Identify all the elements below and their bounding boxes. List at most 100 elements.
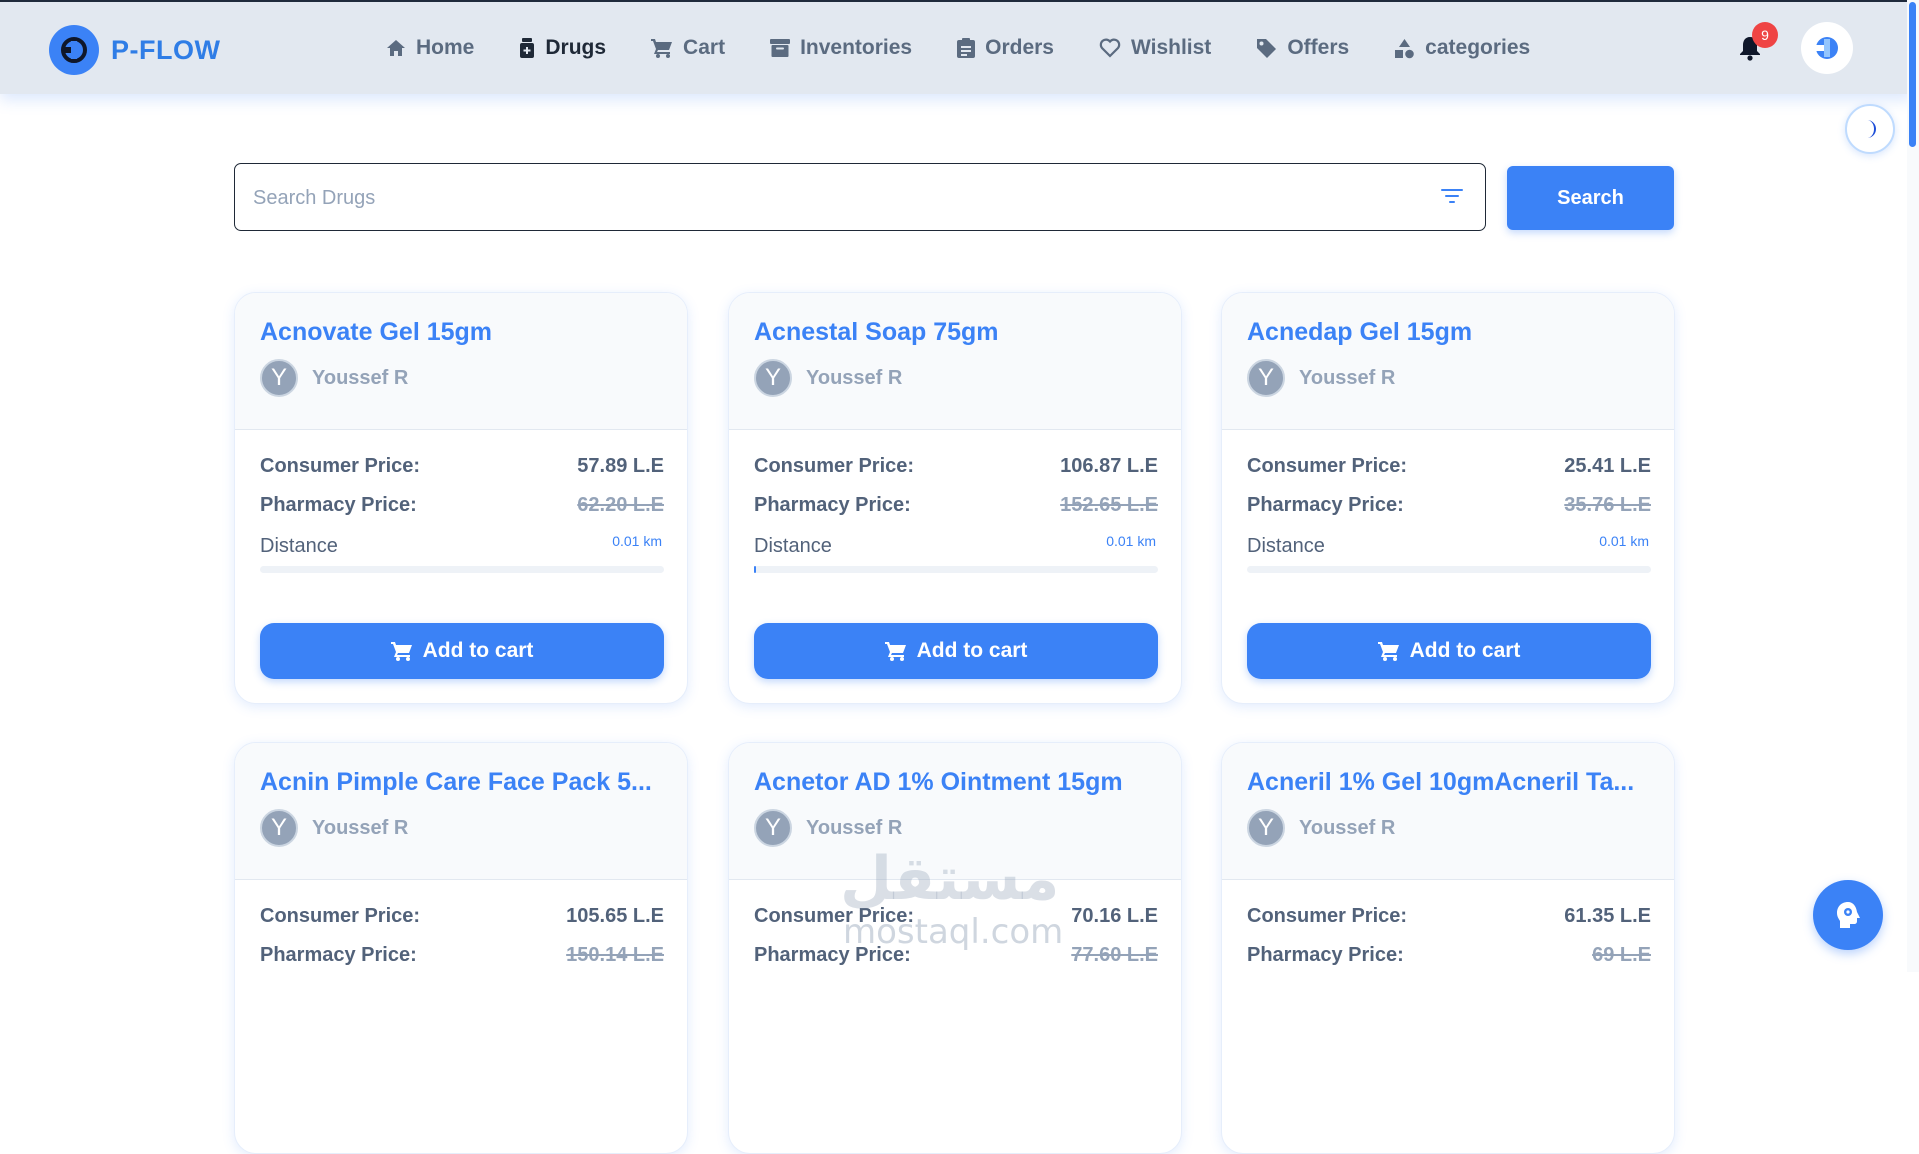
product-name[interactable]: Acnestal Soap 75gm [754,318,1154,347]
product-name[interactable]: Acnedap Gel 15gm [1247,318,1647,347]
pharmacy-price-value: 62.20 L.E [577,494,664,516]
nav-item-label: Orders [985,36,1054,59]
home-icon [387,40,405,56]
nav-item-label: Cart [683,36,726,59]
seller-name: Youssef R [806,816,903,839]
seller-info: Y Youssef R [754,809,902,847]
nav-item-home[interactable]: Home [386,36,474,60]
seller-info: Y Youssef R [1247,809,1395,847]
filter-icon[interactable] [1440,186,1464,206]
distance-value: 0.01 km [1599,533,1649,549]
distance-label: Distance [754,535,832,557]
add-to-cart-button[interactable]: Add to cart [1247,623,1651,679]
nav-item-label: categories [1425,36,1531,59]
seller-avatar: Y [1247,809,1285,847]
nav-item-label: Home [416,36,475,59]
nav-item-cart[interactable]: Cart [651,36,725,60]
distance-value: 0.01 km [1106,533,1156,549]
brand-name: P-FLOW [111,34,221,65]
theme-toggle-button[interactable] [1845,104,1895,154]
pharmacy-price-value: 77.60 L.E [1071,944,1158,966]
consumer-price-label: Consumer Price: [1247,455,1408,477]
pharmacy-price-value: 152.65 L.E [1060,494,1158,516]
card-header: Acnovate Gel 15gm Y Youssef R [235,293,687,430]
cart-icon [1377,642,1399,661]
product-card: Acnestal Soap 75gm Y Youssef R Consumer … [728,292,1182,704]
seller-name: Youssef R [312,366,409,389]
card-header: Acnin Pimple Care Face Pack 5... Y Youss… [235,743,687,880]
archive-box-icon [770,39,791,57]
tag-icon [1257,38,1277,58]
navbar: P-FLOW Home Drugs Cart Inventories Order… [0,2,1913,94]
product-card: Acnin Pimple Care Face Pack 5... Y Youss… [234,742,688,1154]
main-nav: Home Drugs Cart Inventories Orders Wishl… [386,2,1575,94]
nav-item-offers[interactable]: Offers [1256,36,1349,60]
brand[interactable]: P-FLOW [49,25,220,75]
moon-icon [1867,120,1876,138]
distance-label: Distance [1247,535,1325,557]
consumer-price-row: Consumer Price: 57.89 L.E [260,455,664,478]
seller-avatar: Y [260,359,298,397]
cart-icon [884,642,906,661]
nav-item-drugs[interactable]: Drugs [519,36,606,60]
distance-value: 0.01 km [612,533,662,549]
consumer-price-label: Consumer Price: [260,455,421,477]
scrollbar-thumb[interactable] [1909,2,1916,147]
seller-avatar: Y [754,359,792,397]
add-to-cart-button[interactable]: Add to cart [260,623,664,679]
seller-info: Y Youssef R [260,809,408,847]
pharmacy-price-label: Pharmacy Price: [1247,494,1404,516]
nav-item-label: Offers [1287,36,1350,59]
brand-logo-icon [49,25,99,75]
nav-item-wishlist[interactable]: Wishlist [1099,36,1211,60]
add-to-cart-label: Add to cart [1409,639,1521,662]
seller-info: Y Youssef R [260,359,408,397]
nav-item-categories[interactable]: categories [1394,36,1530,60]
seller-avatar: Y [754,809,792,847]
seller-name: Youssef R [312,816,409,839]
pharmacy-price-row: Pharmacy Price: 150.14 L.E [260,944,664,967]
distance-bar [1247,566,1651,573]
seller-info: Y Youssef R [754,359,902,397]
product-name[interactable]: Acnetor AD 1% Ointment 15gm [754,768,1154,797]
nav-item-orders[interactable]: Orders [957,36,1054,60]
product-card: Acneril 1% Gel 10gmAcneril Ta... Y Youss… [1221,742,1675,1154]
product-name[interactable]: Acneril 1% Gel 10gmAcneril Ta... [1247,768,1647,797]
notification-badge: 9 [1752,22,1778,48]
page-scrollbar[interactable] [1907,0,1919,972]
pharmacy-price-row: Pharmacy Price: 69 L.E [1247,944,1651,967]
cart-icon [390,642,412,661]
pharmacy-price-row: Pharmacy Price: 152.65 L.E [754,494,1158,517]
pharmacy-price-value: 69 L.E [1592,944,1651,966]
clipboard-icon [957,38,976,58]
seller-avatar: Y [260,809,298,847]
cart-icon [651,39,673,58]
assistant-fab-button[interactable] [1813,880,1883,950]
pharmacy-price-value: 150.14 L.E [566,944,664,966]
distance-label: Distance [260,535,338,557]
seller-avatar: Y [1247,359,1285,397]
nav-item-inventories[interactable]: Inventories [770,36,912,60]
add-to-cart-button[interactable]: Add to cart [754,623,1158,679]
product-card: Acnedap Gel 15gm Y Youssef R Consumer Pr… [1221,292,1675,704]
consumer-price-label: Consumer Price: [260,905,421,927]
search-input[interactable] [251,182,1405,214]
heart-icon [1099,38,1121,58]
product-name[interactable]: Acnin Pimple Care Face Pack 5... [260,768,660,797]
consumer-price-label: Consumer Price: [1247,905,1408,927]
user-avatar[interactable] [1801,22,1853,74]
search-box [234,163,1486,231]
search-button[interactable]: Search [1507,166,1674,230]
pharmacy-price-label: Pharmacy Price: [754,494,911,516]
consumer-price-value: 25.41 L.E [1564,455,1651,477]
consumer-price-label: Consumer Price: [754,455,915,477]
consumer-price-row: Consumer Price: 61.35 L.E [1247,905,1651,928]
medicine-bottle-icon [520,38,535,58]
add-to-cart-label: Add to cart [422,639,534,662]
nav-item-label: Inventories [800,36,913,59]
product-name[interactable]: Acnovate Gel 15gm [260,318,660,347]
consumer-price-row: Consumer Price: 25.41 L.E [1247,455,1651,478]
add-to-cart-label: Add to cart [916,639,1028,662]
pharmacy-price-label: Pharmacy Price: [260,494,417,516]
brain-head-icon [1837,902,1860,928]
